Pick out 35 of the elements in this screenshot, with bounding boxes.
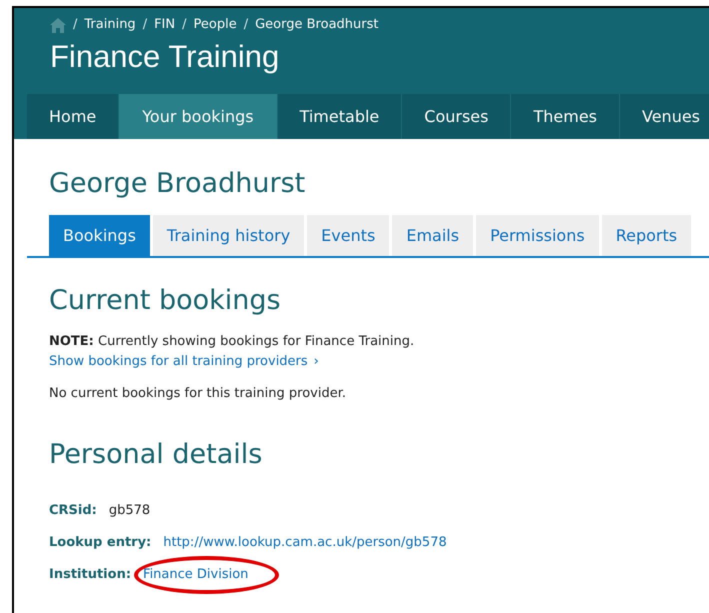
site-title: Finance Training xyxy=(49,39,280,75)
breadcrumb-link[interactable]: FIN xyxy=(154,15,176,35)
profile-tab[interactable]: Bookings xyxy=(49,215,150,256)
chevron-icon: › xyxy=(314,352,319,371)
profile-tab[interactable]: Training history xyxy=(152,215,304,256)
field-value: gb578 xyxy=(108,502,150,518)
breadcrumb-separator: / xyxy=(142,16,148,34)
breadcrumb-separator: / xyxy=(182,16,187,34)
section-heading: Current bookings xyxy=(49,284,282,318)
nav-tab[interactable]: Your bookings xyxy=(119,94,278,139)
nav-tab[interactable]: Themes xyxy=(511,94,620,139)
breadcrumb-separator: / xyxy=(73,16,78,34)
empty-message: No current bookings for this training provider. xyxy=(49,385,347,403)
profile-tab[interactable]: Emails xyxy=(392,215,474,256)
field-label: Lookup entry: xyxy=(49,534,152,552)
field-link[interactable]: http://www.lookup.cam.ac.uk/person/gb578 xyxy=(163,534,447,550)
show-all-providers-link[interactable]: Show bookings for all training providers › xyxy=(49,352,319,371)
nav-tab[interactable]: Venues xyxy=(620,94,709,139)
field-label: CRSid: xyxy=(49,502,97,520)
field-label: Institution: xyxy=(49,566,132,584)
profile-tab[interactable]: Events xyxy=(307,215,390,256)
breadcrumb-link[interactable]: George Broadhurst xyxy=(255,15,378,35)
person-name: George Broadhurst xyxy=(49,167,306,201)
section-heading: Personal details xyxy=(49,438,264,472)
home-icon[interactable] xyxy=(50,18,66,32)
field-link[interactable]: Finance Division xyxy=(143,566,248,582)
nav-tab[interactable]: Courses xyxy=(402,94,512,139)
breadcrumb-link[interactable]: People xyxy=(194,15,237,35)
nav-tab[interactable]: Home xyxy=(27,94,120,139)
breadcrumb-separator: / xyxy=(244,16,248,34)
profile-tab[interactable]: Reports xyxy=(602,215,692,256)
nav-tab[interactable]: Timetable xyxy=(278,94,402,139)
profile-tab[interactable]: Permissions xyxy=(476,215,599,256)
note-text: NOTE: Currently showing bookings for Finance Training. xyxy=(49,333,416,351)
breadcrumb-link[interactable]: Training xyxy=(84,15,136,35)
